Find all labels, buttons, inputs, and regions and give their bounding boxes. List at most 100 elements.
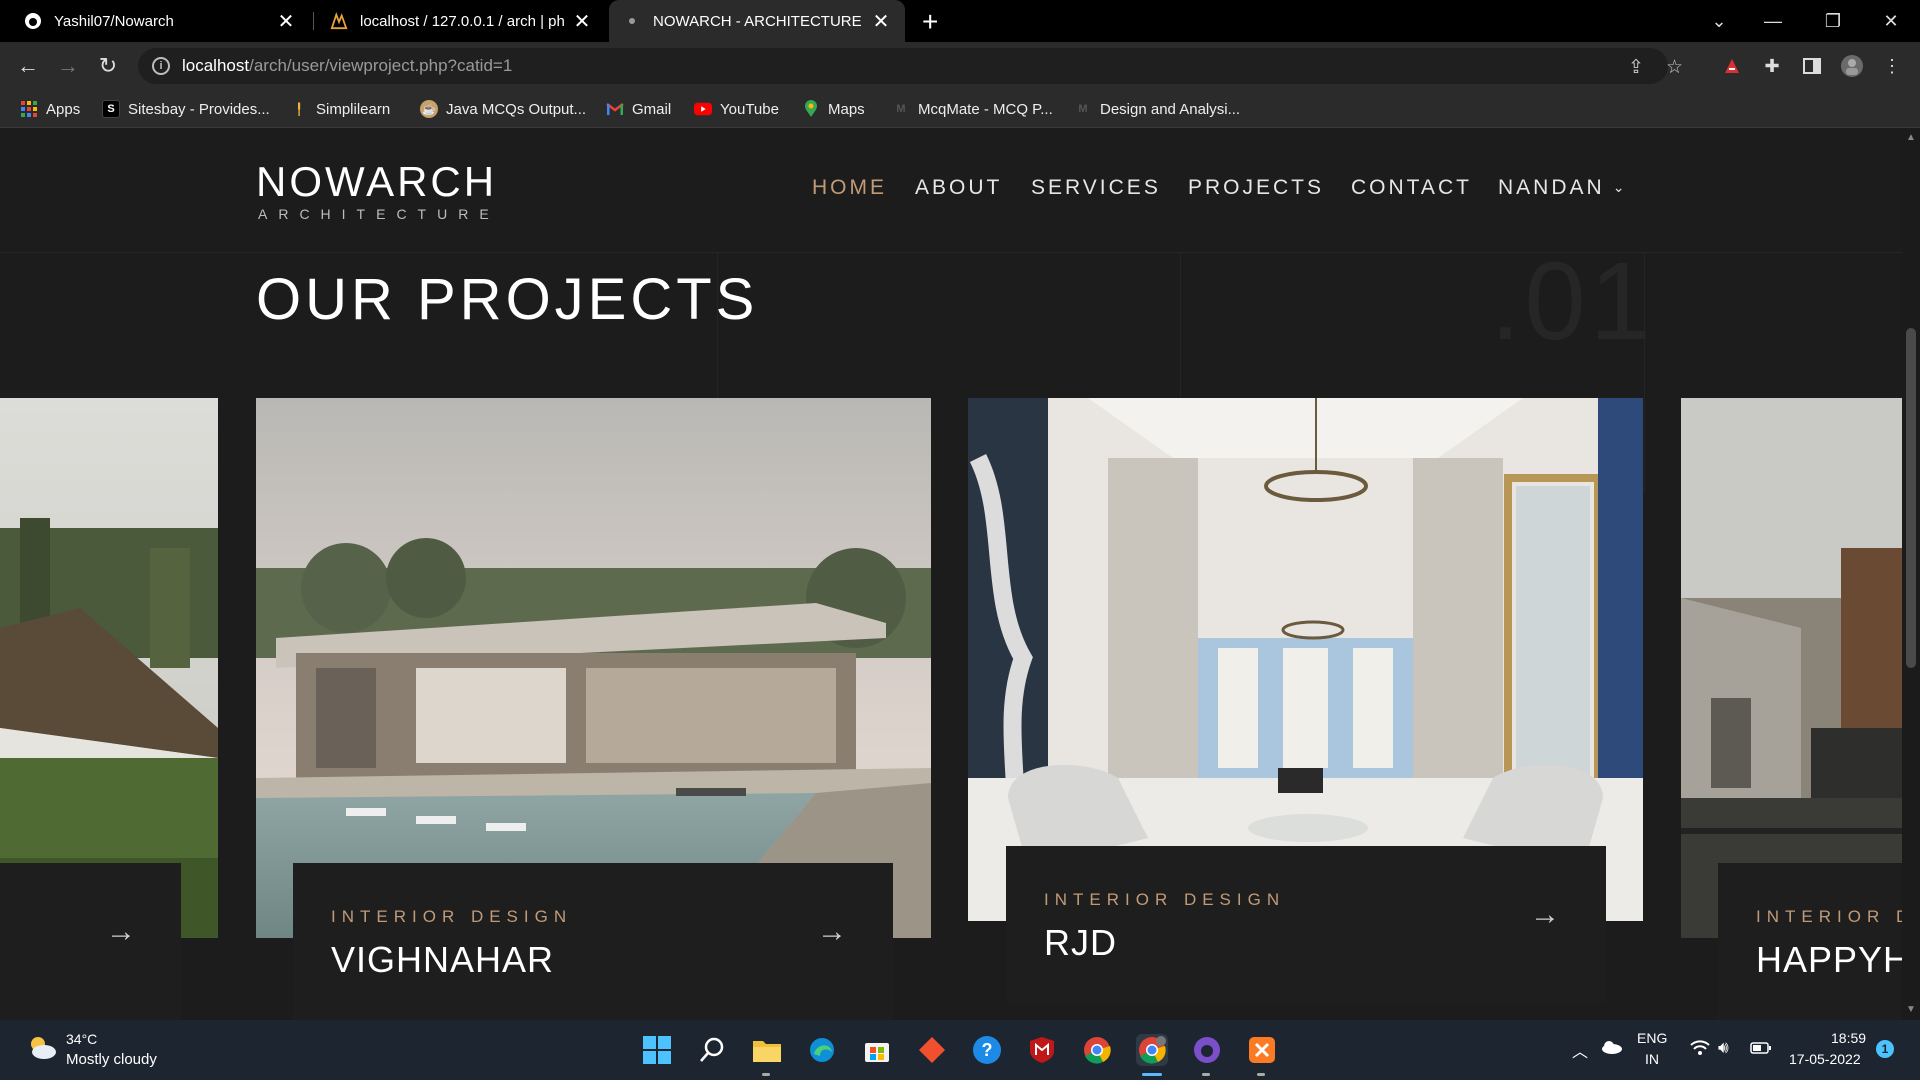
nav-user-dropdown[interactable]: NANDAN ⌄	[1498, 176, 1627, 200]
windows-start-icon[interactable]	[641, 1034, 673, 1066]
bookmark-youtube[interactable]: YouTube	[694, 98, 779, 120]
language-code[interactable]: ENG	[1637, 1030, 1667, 1046]
tab-search-icon[interactable]: ⌄	[1696, 0, 1742, 42]
bookmark-star-icon[interactable]: ☆	[1666, 56, 1683, 79]
nav-contact[interactable]: CONTACT	[1351, 176, 1472, 200]
nav-home[interactable]: HOME	[812, 176, 887, 200]
back-button[interactable]: ←	[14, 52, 42, 80]
apps-grid-icon	[20, 100, 38, 118]
show-hidden-icons-icon[interactable]: ︿	[1572, 1038, 1588, 1062]
new-tab-button[interactable]: +	[922, 6, 938, 38]
bookmark-label: Java MCQs Output...	[446, 100, 587, 118]
weather-temperature: 34°C	[66, 1031, 98, 1047]
extension-red-icon[interactable]	[1720, 54, 1744, 78]
share-icon[interactable]: ⇪	[1628, 56, 1644, 79]
edge-browser-icon[interactable]	[806, 1034, 838, 1066]
cloudy-weather-icon[interactable]	[26, 1034, 58, 1062]
bookmark-apps[interactable]: Apps	[20, 98, 80, 120]
bookmark-label: Design and Analysi...	[1100, 100, 1241, 118]
mcafee-icon[interactable]	[1026, 1034, 1058, 1066]
arrow-right-icon[interactable]: →	[1530, 898, 1560, 932]
project-caption: INTERIOR D HAPPYH	[1718, 863, 1902, 1020]
arrow-right-icon[interactable]: →	[817, 915, 847, 949]
arrow-right-icon[interactable]: →	[106, 915, 136, 949]
url-bar[interactable]: i localhost/arch/user/viewproject.php?ca…	[138, 48, 1683, 84]
logo-subtitle: ARCHITECTURE	[258, 206, 500, 222]
bookmarks-bar: Apps S Sitesbay - Provides... ╿ Simplile…	[0, 90, 1920, 128]
project-image-happyh[interactable]	[1681, 398, 1902, 938]
close-tab-icon[interactable]: ✕	[572, 9, 592, 34]
bookmark-design-analysis[interactable]: M Design and Analysi...	[1074, 98, 1240, 120]
clock-time[interactable]: 18:59	[1831, 1030, 1866, 1046]
project-caption: INTERIOR DESIGN VIGHNAHAR →	[293, 863, 893, 1020]
scroll-up-icon[interactable]: ▲	[1906, 132, 1916, 143]
profile-avatar-icon[interactable]	[1840, 54, 1864, 78]
side-panel-icon[interactable]	[1800, 54, 1824, 78]
project-image-thatched-house[interactable]	[0, 398, 218, 938]
battery-icon[interactable]	[1750, 1041, 1772, 1057]
close-window-button[interactable]: ✕	[1868, 0, 1914, 42]
mcqmate-icon: M	[1078, 103, 1088, 115]
site-header: NOWARCH ARCHITECTURE HOME ABOUT SERVICES…	[0, 128, 1902, 253]
onedrive-cloud-icon[interactable]	[1600, 1040, 1622, 1057]
bookmark-simplilearn[interactable]: ╿ Simplilearn	[290, 98, 391, 120]
restore-button[interactable]: ❐	[1810, 0, 1856, 42]
wifi-icon[interactable]	[1690, 1040, 1710, 1059]
page-scrollbar[interactable]: ▲ ▼	[1902, 128, 1920, 1020]
bookmark-gmail[interactable]: Gmail	[606, 98, 671, 120]
bookmark-java-mcqs[interactable]: ☕ Java MCQs Output...	[420, 98, 586, 120]
project-image-rjd[interactable]	[968, 398, 1643, 921]
scroll-down-icon[interactable]: ▼	[1906, 1004, 1916, 1015]
sitesbay-icon: S	[102, 100, 120, 118]
browser-menu-icon[interactable]: ⋮	[1880, 54, 1904, 78]
scroll-thumb[interactable]	[1906, 328, 1916, 668]
clock-date[interactable]: 17-05-2022	[1789, 1051, 1861, 1067]
address-toolbar: ← → ↻ i localhost/arch/user/viewproject.…	[0, 42, 1920, 90]
project-category: INTERIOR DESIGN	[1044, 890, 1286, 909]
xampp-icon[interactable]	[1246, 1034, 1278, 1066]
tab-title: NOWARCH - ARCHITECTURE	[653, 12, 862, 30]
nav-about[interactable]: ABOUT	[915, 176, 1002, 200]
project-name[interactable]: HAPPYH	[1756, 939, 1902, 981]
notification-badge[interactable]: 1	[1876, 1040, 1894, 1058]
file-explorer-icon[interactable]	[751, 1034, 783, 1066]
git-app-icon[interactable]	[916, 1034, 948, 1066]
tab-title: localhost / 127.0.0.1 / arch | phpM	[360, 12, 564, 30]
region-code[interactable]: IN	[1645, 1051, 1659, 1067]
weather-description: Mostly cloudy	[66, 1051, 157, 1068]
gmail-icon	[606, 100, 624, 118]
close-tab-icon[interactable]: ✕	[276, 9, 296, 34]
github-desktop-icon[interactable]	[1191, 1034, 1223, 1066]
tab-nowarch[interactable]: NOWARCH - ARCHITECTURE ✕	[609, 0, 905, 42]
project-name[interactable]: RJD	[1044, 922, 1117, 964]
bookmark-maps[interactable]: Maps	[802, 98, 865, 120]
maps-icon	[802, 100, 820, 118]
tab-phpmyadmin[interactable]: localhost / 127.0.0.1 / arch | phpM ✕	[316, 0, 606, 42]
chrome-profile-icon[interactable]	[1136, 1034, 1168, 1066]
youtube-icon	[694, 100, 712, 118]
phpmyadmin-icon	[330, 12, 348, 30]
logo-title[interactable]: NOWARCH	[256, 158, 497, 206]
bookmark-mcqmate[interactable]: M McqMate - MCQ P...	[892, 98, 1053, 120]
volume-icon[interactable]: 🔊︎	[1718, 1038, 1729, 1058]
search-icon[interactable]	[696, 1034, 728, 1066]
nav-services[interactable]: SERVICES	[1031, 176, 1161, 200]
tab-github[interactable]: Yashil07/Nowarch ✕	[10, 0, 310, 42]
minimize-button[interactable]: —	[1750, 0, 1796, 42]
project-name[interactable]: VIGHNAHAR	[331, 939, 554, 981]
project-image-vighnahar[interactable]	[256, 398, 931, 938]
help-icon[interactable]: ?	[971, 1034, 1003, 1066]
microsoft-store-icon[interactable]	[861, 1034, 893, 1066]
bookmark-label: Sitesbay - Provides...	[128, 100, 270, 118]
site-info-icon[interactable]: i	[152, 57, 170, 75]
bookmark-sitesbay[interactable]: S Sitesbay - Provides...	[102, 98, 270, 120]
tab-title: Yashil07/Nowarch	[54, 12, 174, 30]
forward-button[interactable]: →	[54, 52, 82, 80]
reload-button[interactable]: ↻	[94, 52, 122, 80]
nav-projects[interactable]: PROJECTS	[1188, 176, 1324, 200]
chrome-icon[interactable]	[1081, 1034, 1113, 1066]
close-tab-icon[interactable]: ✕	[871, 9, 891, 34]
url-path: /arch/user/viewproject.php?catid=1	[249, 56, 513, 75]
extensions-puzzle-icon[interactable]: ✚	[1760, 54, 1784, 78]
bookmark-label: McqMate - MCQ P...	[918, 100, 1053, 118]
